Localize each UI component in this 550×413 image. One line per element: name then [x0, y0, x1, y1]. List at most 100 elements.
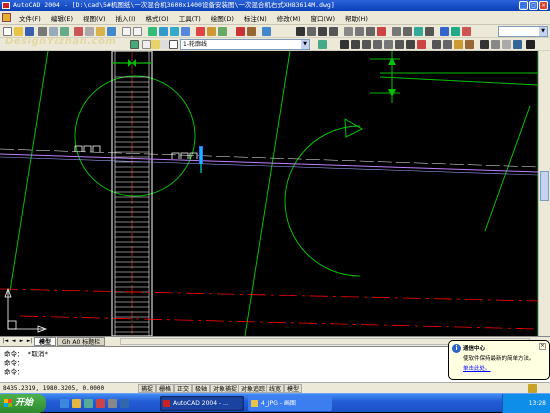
tab-next-button[interactable]: ►: [18, 338, 25, 345]
ie-icon[interactable]: [60, 399, 69, 408]
layer-on-icon[interactable]: [142, 40, 151, 49]
menu-view[interactable]: 视图(V): [78, 13, 111, 23]
communication-center-balloon[interactable]: i × 通信中心 使软件保持最新的简单方法。 单击此处。: [448, 340, 550, 380]
osnap-toggle[interactable]: 对象捕捉: [210, 384, 241, 393]
dim-baseline-icon[interactable]: [377, 27, 386, 36]
polygon-icon[interactable]: [373, 40, 382, 49]
layer-lock-icon[interactable]: [160, 40, 169, 49]
menu-edit[interactable]: 编辑(E): [46, 13, 78, 23]
layer-color-icon[interactable]: [169, 40, 178, 49]
spline-icon[interactable]: [432, 40, 441, 49]
drawing-canvas[interactable]: [0, 51, 538, 336]
media-icon[interactable]: [96, 399, 105, 408]
construction-line-icon[interactable]: [351, 40, 360, 49]
explorer-icon[interactable]: [72, 399, 81, 408]
tab-model[interactable]: 模型: [34, 337, 57, 346]
help-icon[interactable]: [262, 27, 271, 36]
ortho-toggle[interactable]: 正交: [174, 384, 193, 393]
chevron-down-icon[interactable]: ▼: [301, 40, 309, 49]
dbconnect-icon[interactable]: [236, 27, 245, 36]
match-properties-icon[interactable]: [107, 27, 116, 36]
chevron-down-icon[interactable]: ▼: [539, 27, 547, 36]
cut-icon[interactable]: [74, 27, 83, 36]
command-prompt[interactable]: 命令：: [4, 368, 24, 376]
design-center-icon[interactable]: [207, 27, 216, 36]
drawing-area[interactable]: [0, 51, 538, 336]
dim-text-edit-icon[interactable]: [451, 27, 460, 36]
markup-icon[interactable]: [247, 27, 256, 36]
arc-icon[interactable]: [395, 40, 404, 49]
circle-icon[interactable]: [406, 40, 415, 49]
scroll-thumb[interactable]: [540, 171, 549, 201]
tab-prev-button[interactable]: ◄: [10, 338, 17, 345]
dim-aligned-icon[interactable]: [307, 27, 316, 36]
paste-icon[interactable]: [96, 27, 105, 36]
polar-toggle[interactable]: 极轴: [192, 384, 211, 393]
new-icon[interactable]: [3, 27, 12, 36]
polyline-icon[interactable]: [362, 40, 371, 49]
leader-icon[interactable]: [403, 27, 412, 36]
vertical-scrollbar[interactable]: [538, 51, 550, 336]
otrack-toggle[interactable]: 对象追踪: [238, 384, 269, 393]
quicklaunch-icon[interactable]: [108, 399, 117, 408]
properties-icon[interactable]: [196, 27, 205, 36]
pan-icon[interactable]: [148, 27, 157, 36]
hatch-icon[interactable]: [491, 40, 500, 49]
menu-draw[interactable]: 绘图(D): [206, 13, 239, 23]
tab-first-button[interactable]: |◄: [2, 338, 9, 345]
autocad-app-icon[interactable]: [2, 2, 10, 9]
snap-toggle[interactable]: 捕捉: [138, 384, 157, 393]
layer-manager-icon[interactable]: [130, 40, 139, 49]
menu-dimension[interactable]: 标注(N): [239, 13, 272, 23]
document-icon[interactable]: [2, 13, 11, 22]
rectangle-icon[interactable]: [384, 40, 393, 49]
dim-update-icon[interactable]: [462, 27, 471, 36]
dim-style-select[interactable]: ▼: [498, 26, 548, 37]
insert-block-icon[interactable]: [454, 40, 463, 49]
menu-window[interactable]: 窗口(W): [305, 13, 340, 23]
taskbar-autocad[interactable]: AutoCAD 2004 - ...: [160, 396, 244, 411]
region-icon[interactable]: [502, 40, 511, 49]
dim-edit-icon[interactable]: [440, 27, 449, 36]
center-mark-icon[interactable]: [425, 27, 434, 36]
preview-icon[interactable]: [49, 27, 58, 36]
make-block-icon[interactable]: [465, 40, 474, 49]
model-toggle[interactable]: 模型: [284, 384, 303, 393]
mtext-icon[interactable]: [526, 40, 535, 49]
minimize-button[interactable]: _: [519, 1, 528, 10]
menu-format[interactable]: 格式(O): [141, 13, 174, 23]
tab-last-button[interactable]: ►|: [26, 338, 33, 345]
tool-palettes-icon[interactable]: [218, 27, 227, 36]
line-icon[interactable]: [340, 40, 349, 49]
balloon-close-button[interactable]: ×: [539, 343, 546, 350]
quicklaunch-icon[interactable]: [120, 399, 129, 408]
taskbar-paint[interactable]: 4_JPG - 画图: [248, 396, 332, 411]
tab-layout-title[interactable]: Gh A0 标题栏: [57, 337, 106, 346]
dim-angular-icon[interactable]: [355, 27, 364, 36]
maximize-button[interactable]: □: [529, 1, 538, 10]
menu-tools[interactable]: 工具(T): [174, 13, 206, 23]
zoom-previous-icon[interactable]: [181, 27, 190, 36]
zoom-window-icon[interactable]: [170, 27, 179, 36]
ellipse-icon[interactable]: [443, 40, 452, 49]
save-icon[interactable]: [25, 27, 34, 36]
dim-ordinate-icon[interactable]: [318, 27, 327, 36]
menu-help[interactable]: 帮助(H): [340, 13, 373, 23]
dim-diameter-icon[interactable]: [344, 27, 353, 36]
comm-center-icon[interactable]: [528, 384, 537, 393]
point-icon[interactable]: [480, 40, 489, 49]
revcloud-icon[interactable]: [417, 40, 426, 49]
table-icon[interactable]: [513, 40, 522, 49]
redo-icon[interactable]: [133, 27, 142, 36]
balloon-link[interactable]: 单击此处。: [463, 364, 545, 372]
print-icon[interactable]: [38, 27, 47, 36]
layer-select[interactable]: 1-轮廓线 ▼: [180, 39, 310, 50]
make-current-icon[interactable]: [318, 40, 327, 49]
start-button[interactable]: 开始: [0, 394, 46, 413]
layer-thaw-icon[interactable]: [151, 40, 160, 49]
dim-continue-icon[interactable]: [392, 27, 401, 36]
open-icon[interactable]: [14, 27, 23, 36]
desktop-icon[interactable]: [84, 399, 93, 408]
zoom-realtime-icon[interactable]: [159, 27, 168, 36]
menu-insert[interactable]: 插入(I): [111, 13, 141, 23]
